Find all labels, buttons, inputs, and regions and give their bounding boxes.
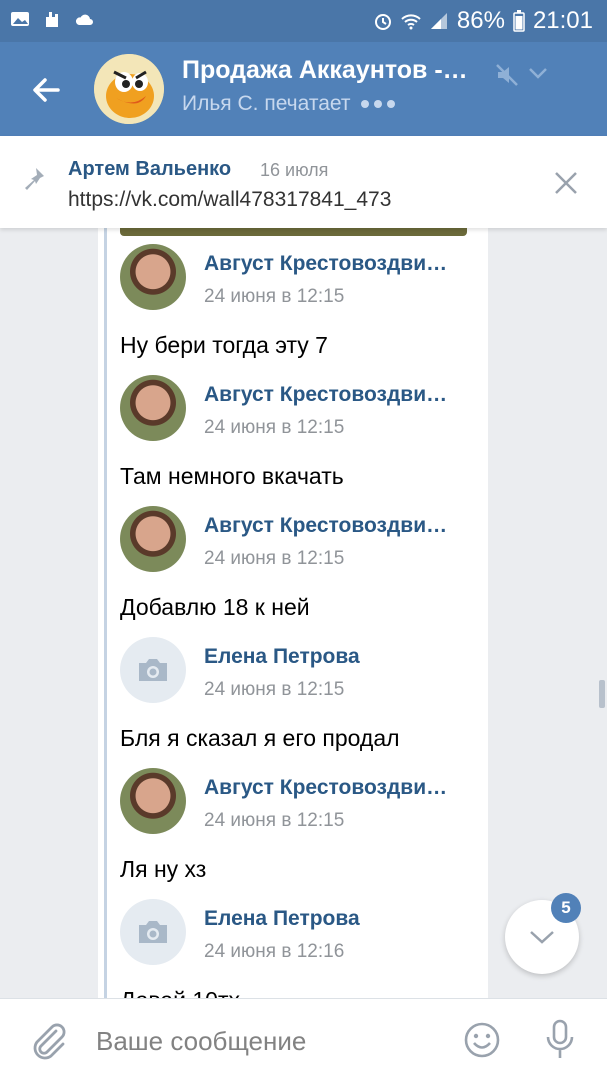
message-text: Там немного вкачать <box>120 463 344 489</box>
message-author[interactable]: Август Крестовоздви… <box>204 776 474 800</box>
unread-badge: 5 <box>551 893 581 923</box>
avatar[interactable] <box>120 768 186 834</box>
message-date: 24 июня в 12:15 <box>204 810 345 831</box>
avatar[interactable] <box>120 637 186 703</box>
chat-avatar[interactable] <box>94 54 164 124</box>
status-bar: 86% 21:01 <box>0 0 607 42</box>
avatar[interactable] <box>120 244 186 310</box>
wifi-icon <box>401 14 421 30</box>
pinned-link[interactable]: https://vk.com/wall478317841_473 <box>68 188 391 212</box>
typing-dots-icon <box>360 100 395 108</box>
scrollbar-thumb[interactable] <box>599 680 605 708</box>
chat-header: Продажа Аккаунтов -… Илья С. печатает <box>0 42 607 136</box>
forward-line <box>104 228 107 998</box>
battery-icon <box>513 10 525 32</box>
message-date: 24 июня в 12:15 <box>204 286 345 307</box>
message-text: Давай 10тх <box>120 987 240 998</box>
message-author[interactable]: Август Крестовоздви… <box>204 252 474 276</box>
attach-icon[interactable] <box>28 1021 68 1061</box>
close-icon[interactable] <box>553 170 579 196</box>
duck-avatar-image <box>94 54 164 124</box>
avatar[interactable] <box>120 506 186 572</box>
emoji-icon[interactable] <box>463 1021 501 1059</box>
message-input[interactable] <box>96 1021 436 1061</box>
mute-icon <box>496 64 518 86</box>
gallery-icon <box>11 12 29 26</box>
message-composer <box>0 998 607 1080</box>
attached-image[interactable] <box>120 228 467 236</box>
signal-icon <box>430 13 447 29</box>
battery-percent: 86% <box>456 7 505 34</box>
chevron-down-icon <box>530 931 554 944</box>
message-author[interactable]: Елена Петрова <box>204 907 474 931</box>
camera-icon <box>139 921 167 943</box>
typing-text: Илья С. печатает <box>182 92 351 115</box>
microphone-icon[interactable] <box>545 1019 575 1061</box>
message-author[interactable]: Август Крестовоздви… <box>204 383 474 407</box>
avatar[interactable] <box>120 899 186 965</box>
clock: 21:01 <box>532 7 593 34</box>
message-date: 24 июня в 12:16 <box>204 941 345 962</box>
message-date: 24 июня в 12:15 <box>204 679 345 700</box>
back-arrow-icon[interactable] <box>24 68 68 112</box>
avatar[interactable] <box>120 375 186 441</box>
alarm-icon <box>374 14 391 30</box>
typing-status: Илья С. печатает <box>182 92 395 116</box>
message-author[interactable]: Август Крестовоздви… <box>204 514 474 538</box>
chat-title[interactable]: Продажа Аккаунтов -… <box>182 56 482 85</box>
chevron-down-icon[interactable] <box>528 66 548 80</box>
message-date: 24 июня в 12:15 <box>204 548 345 569</box>
message-text: Добавлю 18 к ней <box>120 594 310 620</box>
message-date: 24 июня в 12:15 <box>204 417 345 438</box>
pinned-date: 16 июля <box>260 160 329 180</box>
message-author[interactable]: Елена Петрова <box>204 645 474 669</box>
pinned-message[interactable]: Артем Вальенко 16 июля https://vk.com/wa… <box>0 136 607 228</box>
message-text: Бля я сказал я его продал <box>120 725 400 751</box>
pinned-author: Артем Вальенко <box>68 158 232 180</box>
gesture-icon <box>46 12 58 27</box>
message-text: Ну бери тогда эту 7 <box>120 332 328 358</box>
message-text: Ля ну хз <box>120 856 207 882</box>
message-feed[interactable]: Август Крестовоздви… 24 июня в 12:15 Ну … <box>0 228 607 998</box>
camera-icon <box>139 659 167 681</box>
cloud-icon <box>75 14 93 25</box>
pin-icon <box>25 168 44 190</box>
